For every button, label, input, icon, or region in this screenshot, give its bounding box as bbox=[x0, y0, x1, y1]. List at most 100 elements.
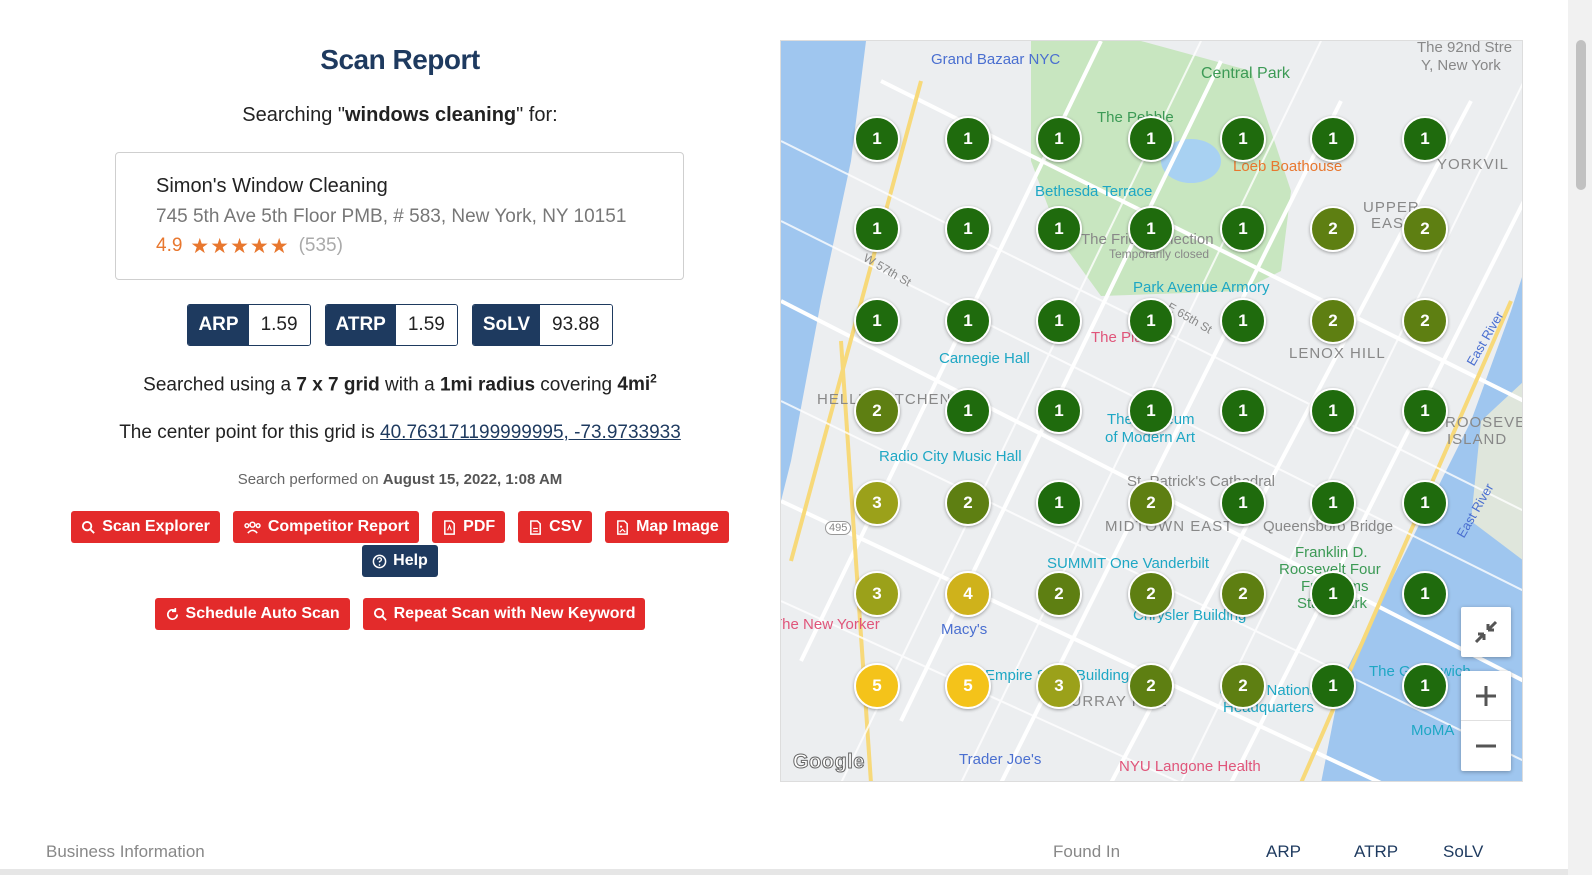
rank-pin[interactable]: 5 bbox=[854, 663, 900, 709]
rank-pin[interactable]: 1 bbox=[1128, 116, 1174, 162]
map-label: Carnegie Hall bbox=[939, 350, 1030, 367]
rank-pin[interactable]: 1 bbox=[1128, 206, 1174, 252]
zoom-out-button[interactable] bbox=[1461, 721, 1511, 771]
map-label: MIDTOWN EAST bbox=[1105, 518, 1234, 535]
review-count: (535) bbox=[298, 235, 343, 256]
metric-arp: ARP 1.59 bbox=[187, 304, 311, 346]
csv-button[interactable]: CSV bbox=[518, 511, 593, 543]
rank-pin[interactable]: 1 bbox=[854, 298, 900, 344]
rank-pin[interactable]: 1 bbox=[1402, 480, 1448, 526]
rank-pin[interactable]: 1 bbox=[1220, 298, 1266, 344]
star-icon: ★ bbox=[210, 234, 230, 258]
help-button[interactable]: Help bbox=[362, 545, 438, 577]
rank-pin[interactable]: 1 bbox=[1036, 480, 1082, 526]
horizontal-scrollbar[interactable] bbox=[0, 869, 1568, 875]
competitor-report-button[interactable]: Competitor Report bbox=[232, 511, 420, 543]
rank-pin[interactable]: 1 bbox=[1220, 480, 1266, 526]
plus-icon bbox=[1476, 685, 1496, 706]
rank-pin[interactable]: 2 bbox=[1128, 663, 1174, 709]
rank-grid-map[interactable]: Grand Bazaar NYC Central Park The 92nd S… bbox=[780, 40, 1523, 782]
search-icon bbox=[373, 607, 387, 621]
map-label: Franklin D. bbox=[1295, 544, 1368, 561]
rank-pin[interactable]: 2 bbox=[1310, 206, 1356, 252]
fullscreen-exit-button[interactable] bbox=[1461, 607, 1511, 657]
rank-pin[interactable]: 1 bbox=[945, 388, 991, 434]
rank-pin[interactable]: 2 bbox=[1402, 206, 1448, 252]
col-found-in: Found In bbox=[1053, 842, 1121, 861]
rank-pin[interactable]: 1 bbox=[1310, 663, 1356, 709]
rank-pin[interactable]: 1 bbox=[854, 206, 900, 252]
rank-pin[interactable]: 1 bbox=[1220, 388, 1266, 434]
map-label: MoMA bbox=[1411, 722, 1455, 739]
rank-pin[interactable]: 1 bbox=[1128, 298, 1174, 344]
rank-pin[interactable]: 1 bbox=[1036, 388, 1082, 434]
business-address: 745 5th Ave 5th Floor PMB, # 583, New Yo… bbox=[156, 206, 627, 227]
center-coords-link[interactable]: 40.763171199999995, -73.9733933 bbox=[380, 422, 681, 443]
rank-pin[interactable]: 2 bbox=[945, 480, 991, 526]
rank-pin[interactable]: 1 bbox=[1402, 388, 1448, 434]
rank-pin[interactable]: 1 bbox=[1310, 571, 1356, 617]
scan-explorer-button[interactable]: Scan Explorer bbox=[71, 511, 220, 543]
map-label: The 92nd Stre bbox=[1417, 40, 1513, 56]
rank-pin[interactable]: 1 bbox=[854, 116, 900, 162]
scroll-thumb[interactable] bbox=[1576, 40, 1586, 190]
business-rating: 4.9 bbox=[156, 235, 183, 256]
rank-pin[interactable]: 1 bbox=[1402, 571, 1448, 617]
rank-pin[interactable]: 1 bbox=[1128, 388, 1174, 434]
scan-report-page: Scan Report Searching "windows cleaning"… bbox=[0, 0, 1592, 875]
rank-pin[interactable]: 3 bbox=[854, 480, 900, 526]
rank-pin[interactable]: 2 bbox=[1128, 571, 1174, 617]
vertical-scrollbar[interactable] bbox=[1568, 0, 1592, 875]
route-shield: 495 bbox=[825, 521, 852, 535]
zoom-in-button[interactable] bbox=[1461, 671, 1511, 721]
users-icon bbox=[244, 521, 261, 534]
zoom-controls bbox=[1461, 671, 1511, 771]
rank-pin[interactable]: 1 bbox=[945, 206, 991, 252]
map-image-button[interactable]: Map Image bbox=[605, 511, 729, 543]
schedule-auto-scan-button[interactable]: Schedule Auto Scan bbox=[154, 598, 350, 630]
pdf-button[interactable]: PDF bbox=[432, 511, 506, 543]
rank-pin[interactable]: 1 bbox=[945, 116, 991, 162]
rank-pin[interactable]: 1 bbox=[1310, 116, 1356, 162]
metric-value: 93.88 bbox=[540, 305, 612, 345]
business-card: Simon's Window Cleaning 745 5th Ave 5th … bbox=[115, 152, 684, 280]
rank-pin[interactable]: 1 bbox=[1220, 206, 1266, 252]
rank-pin[interactable]: 1 bbox=[1310, 388, 1356, 434]
business-rating-row: 4.9 ★ ★ ★ ★ ★ (535) bbox=[156, 235, 643, 257]
rank-pin[interactable]: 1 bbox=[1036, 116, 1082, 162]
map-label: SUMMIT One Vanderbilt bbox=[1047, 555, 1210, 572]
rank-pin[interactable]: 1 bbox=[1036, 206, 1082, 252]
rank-pin[interactable]: 2 bbox=[1220, 663, 1266, 709]
map-label: Y, New York bbox=[1421, 57, 1501, 74]
col-atrp: ATRP bbox=[1354, 842, 1399, 861]
rank-pin[interactable]: 4 bbox=[945, 571, 991, 617]
rank-pin[interactable]: 5 bbox=[945, 663, 991, 709]
map-label: ISLAND bbox=[1447, 431, 1508, 448]
col-arp: ARP bbox=[1266, 842, 1301, 861]
rank-pin[interactable]: 1 bbox=[1310, 480, 1356, 526]
rank-pin[interactable]: 1 bbox=[1402, 116, 1448, 162]
rank-pin[interactable]: 2 bbox=[854, 388, 900, 434]
rank-pin[interactable]: 1 bbox=[1402, 663, 1448, 709]
rank-pin[interactable]: 3 bbox=[854, 571, 900, 617]
metrics-row: ARP 1.59 ATRP 1.59 SoLV 93.88 bbox=[40, 304, 760, 346]
rank-pin[interactable]: 1 bbox=[1220, 116, 1266, 162]
business-name: Simon's Window Cleaning bbox=[156, 175, 388, 197]
star-icon: ★ bbox=[269, 234, 289, 258]
repeat-scan-button[interactable]: Repeat Scan with New Keyword bbox=[362, 598, 646, 630]
rank-pin[interactable]: 2 bbox=[1036, 571, 1082, 617]
rank-pin[interactable]: 1 bbox=[945, 298, 991, 344]
grid-radius: 1mi radius bbox=[439, 374, 536, 396]
image-file-icon bbox=[617, 519, 629, 535]
map-label: NYU Langone Health bbox=[1119, 758, 1261, 775]
search-keyword-line: Searching "windows cleaning" for: bbox=[242, 104, 558, 126]
scan-actions: Schedule Auto Scan Repeat Scan with New … bbox=[40, 598, 760, 630]
map-label: ROOSEVEL bbox=[1445, 414, 1522, 431]
rank-pin[interactable]: 2 bbox=[1310, 298, 1356, 344]
rank-pin[interactable]: 1 bbox=[1036, 298, 1082, 344]
center-point: The center point for this grid is 40.763… bbox=[119, 422, 681, 443]
rank-pin[interactable]: 2 bbox=[1220, 571, 1266, 617]
rank-pin[interactable]: 3 bbox=[1036, 663, 1082, 709]
rank-pin[interactable]: 2 bbox=[1402, 298, 1448, 344]
rank-pin[interactable]: 2 bbox=[1128, 480, 1174, 526]
